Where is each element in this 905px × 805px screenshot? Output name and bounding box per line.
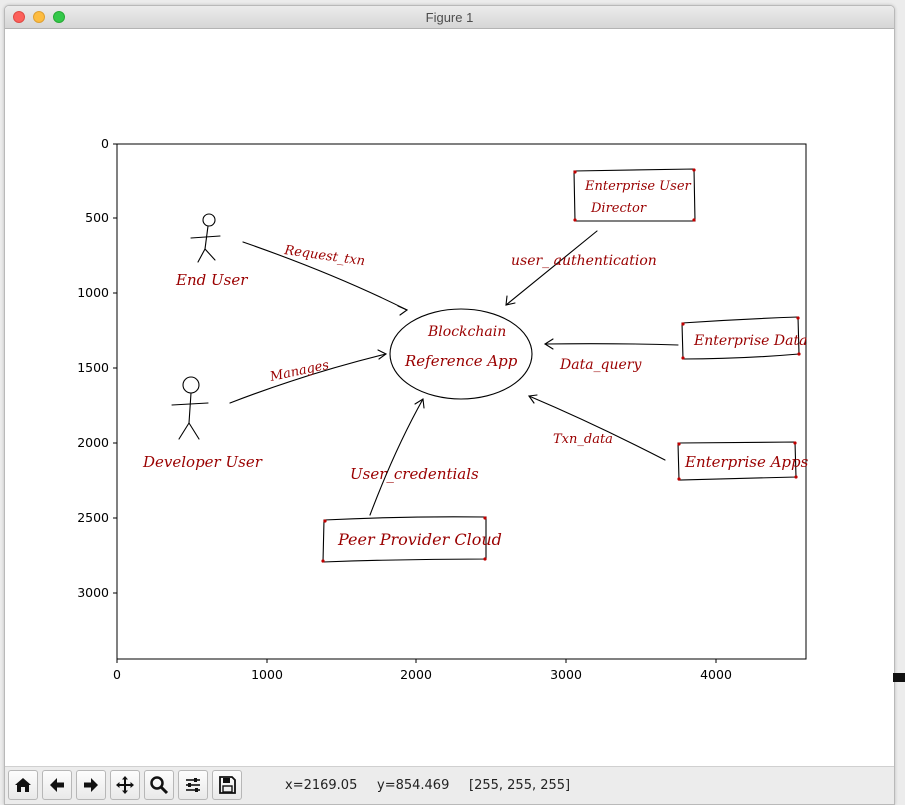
configure-icon [186,778,200,792]
back-arrow-icon [50,778,64,792]
data-query-label: Data_query [559,357,643,373]
screen-edge-mark [893,673,905,682]
auth-label: user_ authentication [511,253,657,269]
cursor-y-readout: y=854.469 [377,778,450,793]
x-tick-label: 3000 [550,667,582,682]
home-button[interactable] [8,770,38,800]
developer-user-label: Developer User [142,453,263,471]
hub-label-line2: Reference App [404,352,518,370]
title-bar: Figure 1 [5,6,894,29]
home-icon [15,778,31,792]
y-axis [113,143,117,594]
plot-svg: 0 500 1000 1500 2000 2500 3000 0 1000 20… [77,136,809,682]
x-tick-label: 4000 [700,667,732,682]
save-icon [219,776,236,794]
directory-label-line2: Director [590,201,647,216]
txn-data-label: Txn_data [553,432,613,447]
forward-arrow-icon [84,778,98,792]
y-tick-label: 500 [85,210,109,225]
pixel-value-readout: [255, 255, 255] [469,778,571,793]
zoom-button[interactable] [144,770,174,800]
end-user-label: End User [175,271,248,289]
y-tick-label: 3000 [77,585,109,600]
pan-button[interactable] [110,770,140,800]
pan-icon [116,776,134,794]
x-axis [116,659,717,663]
enterprise-data-label: Enterprise Data [693,333,807,349]
credentials-label: User_credentials [350,465,479,483]
y-tick-label: 1000 [77,285,109,300]
navigation-toolbar: x=2169.05 y=854.469 [255, 255, 255] [5,766,894,804]
x-tick-label: 2000 [400,667,432,682]
figure-window: Figure 1 0 500 1000 1500 2000 2500 3000 [4,5,895,805]
configure-subplots-button[interactable] [178,770,208,800]
y-tick-label: 2500 [77,510,109,525]
figure-canvas[interactable]: 0 500 1000 1500 2000 2500 3000 0 1000 20… [5,29,894,766]
cursor-x-readout: x=2169.05 [285,778,358,793]
peer-cloud-label: Peer Provider Cloud [337,530,502,549]
enterprise-apps-label: Enterprise Apps [684,453,809,471]
y-tick-label: 0 [101,136,109,151]
y-tick-label: 2000 [77,435,109,450]
window-title: Figure 1 [425,10,474,25]
zoom-icon [150,776,169,795]
save-button[interactable] [212,770,242,800]
back-button[interactable] [42,770,72,800]
forward-button[interactable] [76,770,106,800]
y-tick-label: 1500 [77,360,109,375]
axes-frame [116,143,807,660]
hub-label-line1: Blockchain [427,324,506,340]
x-tick-label: 1000 [251,667,283,682]
directory-label-line1: Enterprise User [584,179,692,194]
x-tick-label: 0 [113,667,121,682]
